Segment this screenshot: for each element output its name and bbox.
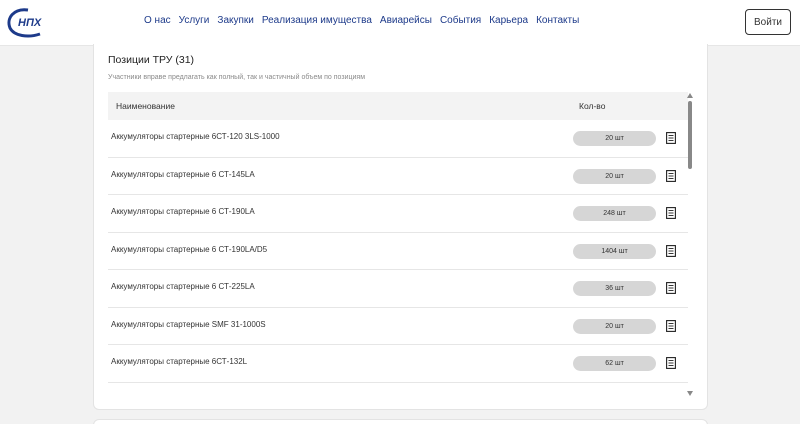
- document-icon[interactable]: [666, 244, 676, 257]
- document-icon[interactable]: [666, 357, 676, 369]
- row-item-name: Аккумуляторы стартерные 6 СТ-225LA: [111, 282, 255, 291]
- nav-about[interactable]: О нас: [144, 15, 171, 26]
- row-item-name: Аккумуляторы стартерные 6СТ-132L: [111, 357, 248, 366]
- scroll-up-arrow-icon[interactable]: [687, 93, 693, 98]
- positions-table[interactable]: Наименование Кол-во Аккумуляторы стартер…: [108, 92, 688, 395]
- document-icon[interactable]: [666, 207, 676, 219]
- row-qty-badge: 36 шт: [573, 281, 656, 296]
- nav-procurement[interactable]: Закупки: [217, 15, 253, 26]
- card-title: Позиции ТРУ (31): [108, 54, 195, 66]
- nav-services[interactable]: Услуги: [179, 15, 210, 26]
- row-qty-badge: 248 шт: [573, 206, 656, 221]
- column-header-name: Наименование: [116, 101, 175, 111]
- row-qty-badge: 62 шт: [573, 356, 656, 371]
- nav-contacts[interactable]: Контакты: [536, 15, 579, 26]
- table-row[interactable]: Аккумуляторы стартерные 6СТ-132L 62 шт: [108, 345, 688, 383]
- svg-text:НПХ: НПХ: [18, 17, 42, 29]
- row-qty-badge: 1404 шт: [573, 243, 656, 259]
- table-header: Наименование Кол-во: [108, 92, 688, 120]
- document-icon[interactable]: [666, 319, 676, 332]
- login-button[interactable]: Войти: [745, 9, 791, 35]
- site-header: НПХ О нас Услуги Закупки Реализация имущ…: [0, 0, 800, 46]
- nav-events[interactable]: События: [440, 15, 481, 26]
- document-icon[interactable]: [666, 169, 676, 182]
- table-row[interactable]: Аккумуляторы стартерные 6СТ-120 3LS-1000…: [108, 120, 688, 158]
- nav-career[interactable]: Карьера: [489, 15, 528, 26]
- row-qty-badge: 20 шт: [573, 131, 656, 146]
- column-header-qty: Кол-во: [579, 101, 606, 111]
- table-row[interactable]: Аккумуляторы стартерные 6 СТ-145LA 20 шт: [108, 158, 688, 195]
- card-subtitle: Участники вправе предлагать как полный, …: [108, 74, 366, 81]
- scrollbar-thumb[interactable]: [688, 101, 692, 169]
- row-item-name: Аккумуляторы стартерные SMF 31-1000S: [111, 319, 266, 329]
- document-icon[interactable]: [666, 282, 676, 294]
- row-item-name: Аккумуляторы стартерные 6СТ-120 3LS-1000: [111, 132, 280, 141]
- next-card: [93, 419, 708, 424]
- table-row[interactable]: Аккумуляторы стартерные 6 СТ-225LA 36 шт: [108, 270, 688, 308]
- npx-logo[interactable]: НПХ: [6, 6, 50, 40]
- nav-property-sale[interactable]: Реализация имущества: [262, 15, 372, 26]
- positions-card: Позиции ТРУ (31) Участники вправе предла…: [93, 44, 708, 410]
- table-scrollbar[interactable]: [685, 93, 695, 398]
- row-item-name: Аккумуляторы стартерные 6 СТ-190LA: [111, 207, 255, 216]
- table-row[interactable]: Аккумуляторы стартерные SMF 31-1000S 20 ш…: [108, 308, 688, 345]
- document-icon[interactable]: [666, 132, 676, 144]
- table-body: Аккумуляторы стартерные 6СТ-120 3LS-1000…: [108, 120, 688, 383]
- row-item-name: Аккумуляторы стартерные 6 СТ-145LA: [111, 169, 255, 179]
- scroll-down-arrow-icon[interactable]: [687, 391, 693, 396]
- row-qty-badge: 20 шт: [573, 168, 656, 184]
- table-row[interactable]: Аккумуляторы стартерные 6 СТ-190LA/D5 140…: [108, 233, 688, 270]
- row-item-name: Аккумуляторы стартерные 6 СТ-190LA/D5: [111, 244, 268, 254]
- row-qty-badge: 20 шт: [573, 318, 656, 334]
- nav-flights[interactable]: Авиарейсы: [380, 15, 432, 26]
- table-row[interactable]: Аккумуляторы стартерные 6 СТ-190LA 248 шт: [108, 195, 688, 233]
- main-nav: О нас Услуги Закупки Реализация имуществ…: [144, 15, 587, 26]
